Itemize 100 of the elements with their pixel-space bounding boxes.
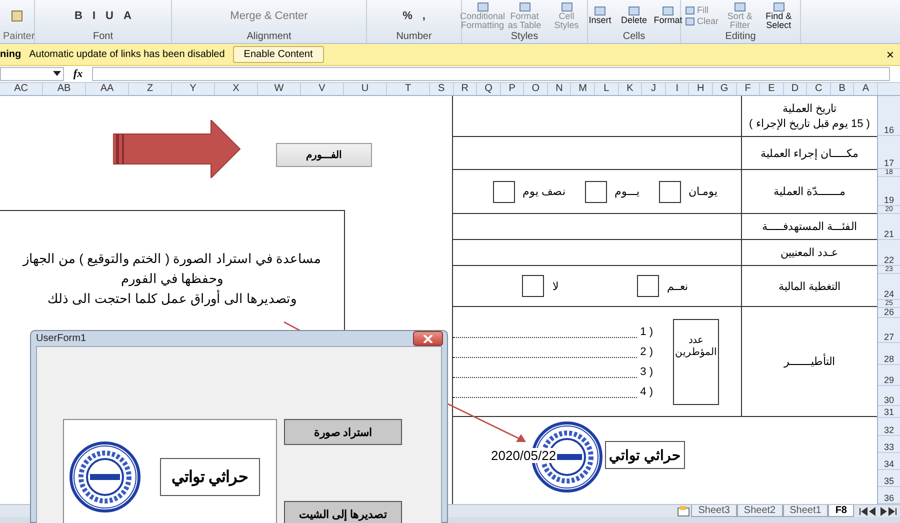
close-icon[interactable] [423, 334, 433, 342]
column-header[interactable]: AC [0, 83, 44, 95]
option-label: يومـان [688, 185, 718, 198]
row-number[interactable]: 22 [878, 240, 900, 266]
column-header[interactable]: F [736, 83, 760, 95]
ribbon-button[interactable]: Delete [619, 6, 649, 25]
toolbar-button[interactable]: Merge & Center [227, 10, 311, 22]
row-number[interactable]: 17 [878, 136, 900, 169]
row-number[interactable]: 27 [878, 318, 900, 343]
column-header[interactable]: V [301, 83, 344, 95]
option-label: لا [552, 280, 558, 292]
column-header[interactable]: S [430, 83, 454, 95]
column-header[interactable]: R [454, 83, 478, 95]
checkbox[interactable] [492, 180, 515, 202]
column-header[interactable]: E [760, 83, 784, 95]
line-number: 3 ) [640, 366, 653, 378]
column-header[interactable]: M [571, 83, 596, 95]
column-header[interactable]: Q [477, 83, 501, 95]
ribbon-button[interactable]: Format [653, 6, 683, 25]
column-header[interactable]: H [689, 83, 713, 95]
ribbon-button[interactable]: Find & Select [760, 2, 797, 30]
close-button[interactable]: × [880, 47, 900, 62]
field-note: ( 15 يوم قبل تاريخ الإجراء ) [749, 117, 870, 130]
field-label: التغطية المالية [778, 280, 841, 292]
row-number[interactable]: 31 [878, 406, 900, 418]
column-header[interactable]: AA [86, 83, 130, 95]
column-header[interactable]: T [387, 83, 430, 95]
row-number[interactable]: 35 [878, 470, 900, 487]
column-header[interactable]: A [854, 83, 878, 95]
row-number[interactable]: 28 [878, 343, 900, 365]
field-label: مـــــــدّة العملية [773, 185, 846, 198]
formula-input[interactable] [92, 67, 890, 81]
column-header[interactable]: C [807, 83, 831, 95]
checkbox[interactable] [584, 180, 607, 202]
form-button[interactable]: تصديرها إلى الشيت [284, 501, 402, 523]
field-label: التأطيـــــــر [784, 355, 835, 368]
row-number[interactable]: 34 [878, 453, 900, 470]
line-number: 1 ) [640, 326, 653, 338]
row-number[interactable]: 19 [878, 177, 900, 206]
caret-icon[interactable] [53, 71, 61, 77]
row-number[interactable]: 24 [878, 274, 900, 300]
date-text: 2020/05/22 [490, 448, 558, 463]
column-header[interactable]: Y [172, 83, 216, 95]
name-box[interactable] [0, 67, 64, 81]
column-header[interactable]: B [830, 83, 854, 95]
toolbar-button[interactable]: I [89, 10, 99, 22]
column-header[interactable]: O [524, 83, 548, 95]
group-label: Cells [622, 31, 646, 43]
field-label: عـدد المعنيين [780, 246, 839, 259]
row-number[interactable]: 30 [878, 386, 900, 406]
column-header[interactable]: L [595, 83, 619, 95]
option-label: نصف يوم [522, 185, 566, 198]
column-header[interactable]: W [258, 83, 302, 95]
sheet-tab[interactable]: Sheet1 [782, 505, 828, 517]
checkbox[interactable] [636, 275, 659, 297]
group-label: Font [92, 31, 114, 43]
checkbox[interactable] [658, 180, 681, 202]
row-number[interactable]: 26 [878, 308, 900, 318]
sheet-tab[interactable]: Sheet3 [691, 505, 737, 517]
line-number: 4 ) [640, 386, 653, 398]
sheet-tab[interactable]: Sheet2 [736, 505, 783, 517]
form-button[interactable]: استراد صورة [284, 419, 402, 445]
column-header[interactable]: D [784, 83, 808, 95]
tab-scroll-arrows-icon[interactable] [858, 506, 898, 516]
row-number[interactable]: 33 [878, 436, 900, 453]
line-number: 2 ) [640, 346, 653, 358]
column-header[interactable]: Z [129, 83, 172, 95]
message-text: Automatic update of links has been disabled [29, 49, 225, 60]
checkbox[interactable] [522, 275, 544, 297]
insert-sheet-icon[interactable] [677, 506, 692, 516]
column-header[interactable]: AB [43, 83, 86, 95]
toolbar-button[interactable]: B [72, 10, 86, 22]
toolbar-button[interactable]: , [419, 10, 428, 22]
enable-content-button[interactable]: Enable Content [232, 46, 324, 63]
name-box: حراثي تواتي [160, 458, 260, 496]
toolbar-button[interactable]: A [120, 10, 134, 22]
column-header[interactable]: X [215, 83, 258, 95]
option-label: نعــم [666, 280, 688, 292]
row-number[interactable]: 29 [878, 365, 900, 386]
column-header[interactable]: J [642, 83, 666, 95]
column-header[interactable]: P [500, 83, 524, 95]
column-header[interactable]: N [548, 83, 572, 95]
column-header[interactable]: G [712, 83, 737, 95]
group-label: Editing [724, 31, 757, 43]
function-label[interactable]: fx [64, 68, 92, 80]
toolbar-button[interactable]: % [400, 10, 416, 22]
ribbon-button[interactable]: Insert [585, 6, 615, 25]
sheet-tab[interactable]: F8 [828, 505, 854, 517]
column-header[interactable]: I [666, 83, 690, 95]
form-button[interactable]: الفـــورم [276, 143, 372, 167]
column-header[interactable]: K [618, 83, 642, 95]
toolbar-button[interactable]: U [102, 10, 116, 22]
close-button[interactable] [413, 331, 443, 346]
row-number[interactable]: 32 [878, 418, 900, 436]
option-label: يـــوم [614, 185, 640, 198]
message-title: ning [0, 49, 22, 60]
group-label: Styles [510, 31, 540, 43]
column-header[interactable]: U [344, 83, 388, 95]
row-number[interactable]: 16 [878, 96, 900, 136]
row-number[interactable]: 21 [878, 214, 900, 240]
